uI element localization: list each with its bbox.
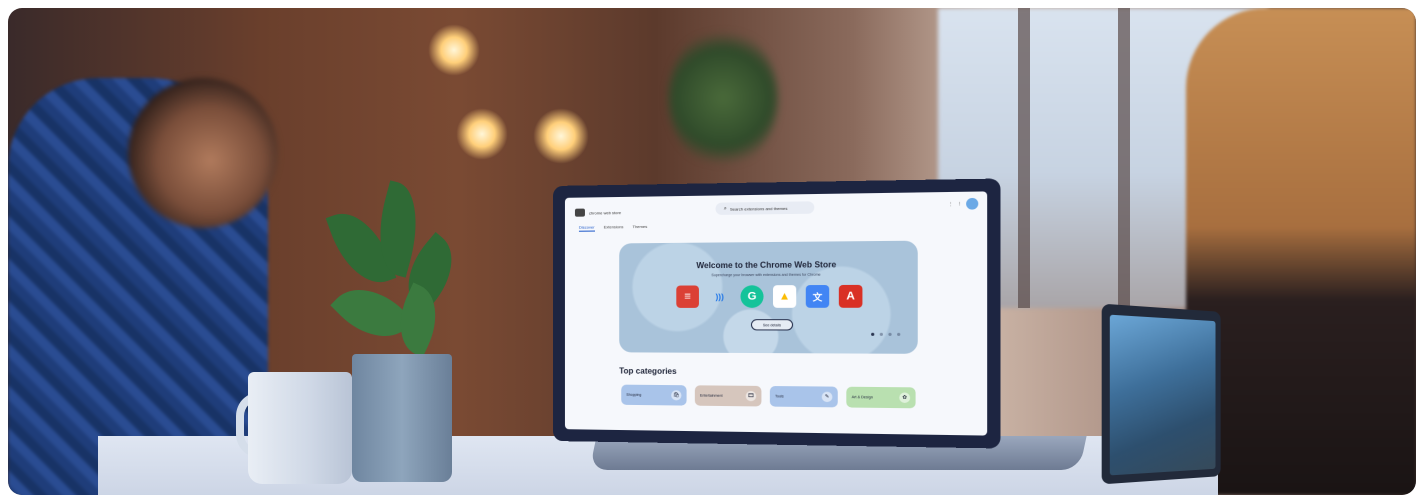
- laptop-screen: chrome web store ⌕ Search extensions and…: [564, 191, 988, 436]
- ceiling-light: [456, 108, 508, 160]
- laptop: chrome web store ⌕ Search extensions and…: [553, 178, 1001, 449]
- carousel-dot[interactable]: [871, 332, 875, 336]
- window-frame: [1118, 8, 1130, 308]
- ceiling-light: [533, 108, 589, 164]
- read-aloud-icon[interactable]: ))): [708, 285, 731, 308]
- carousel-dot[interactable]: [888, 332, 892, 336]
- category-shopping[interactable]: Shopping 🛍: [621, 384, 687, 406]
- second-laptop: [1101, 303, 1221, 485]
- todoist-icon[interactable]: ≡: [676, 285, 699, 308]
- store-name: chrome web store: [588, 209, 622, 216]
- tab-discover[interactable]: Discover: [578, 224, 595, 232]
- carousel-dot[interactable]: [879, 332, 883, 336]
- header-actions: ⋮ ⁝: [948, 197, 979, 210]
- man-head: [128, 78, 278, 228]
- more-icon[interactable]: ⋮: [948, 201, 954, 207]
- second-laptop-screen: [1109, 314, 1216, 476]
- category-label: Entertainment: [699, 393, 723, 398]
- apps-icon[interactable]: ⁝: [959, 201, 961, 207]
- tab-themes[interactable]: Themes: [633, 224, 648, 231]
- search-input[interactable]: ⌕ Search extensions and themes: [715, 201, 815, 215]
- category-art-design[interactable]: Art & Design ✿: [846, 386, 916, 409]
- nav-tabs: Discover Extensions Themes: [578, 224, 648, 232]
- category-tools[interactable]: Tools ✎: [769, 386, 838, 408]
- category-list: Shopping 🛍 Entertainment 🎞 Tools ✎ Art &…: [621, 384, 916, 409]
- adobe-acrobat-icon[interactable]: A: [838, 284, 863, 308]
- background-plant: [668, 28, 778, 168]
- hero-subtitle: Supercharge your browser with extensions…: [711, 272, 821, 278]
- man-in-plaid-shirt: [8, 78, 278, 495]
- hero-banner: Welcome to the Chrome Web Store Supercha…: [619, 240, 918, 354]
- window-frame: [1018, 8, 1030, 308]
- tab-extensions[interactable]: Extensions: [604, 224, 624, 231]
- category-entertainment[interactable]: Entertainment 🎞: [694, 385, 762, 407]
- hero-title: Welcome to the Chrome Web Store: [696, 260, 837, 271]
- chrome-web-store-logo: [574, 208, 585, 217]
- grammarly-icon[interactable]: G: [740, 285, 764, 308]
- shopping-bag-icon: 🛍: [671, 390, 682, 401]
- avatar[interactable]: [966, 197, 979, 210]
- see-details-button[interactable]: See details: [750, 319, 794, 331]
- carousel-dots[interactable]: [871, 332, 901, 336]
- top-categories-title: Top categories: [619, 366, 677, 376]
- search-icon: ⌕: [723, 205, 727, 212]
- google-translate-icon[interactable]: 文: [805, 285, 830, 308]
- pencil-icon: ✎: [821, 391, 833, 403]
- featured-extensions: ≡ ))) G ▲ 文 A: [676, 284, 863, 308]
- google-drive-icon[interactable]: ▲: [773, 285, 797, 308]
- hero-photo: chrome web store ⌕ Search extensions and…: [8, 8, 1416, 495]
- category-label: Art & Design: [851, 395, 873, 400]
- category-label: Tools: [775, 394, 784, 399]
- film-icon: 🎞: [745, 390, 757, 402]
- category-label: Shopping: [626, 392, 642, 397]
- search-placeholder: Search extensions and themes: [729, 205, 788, 212]
- plant-pot: [352, 354, 452, 482]
- coffee-mug: [248, 372, 352, 484]
- ceiling-light: [428, 24, 480, 76]
- palette-icon: ✿: [899, 392, 911, 404]
- carousel-dot[interactable]: [897, 332, 901, 336]
